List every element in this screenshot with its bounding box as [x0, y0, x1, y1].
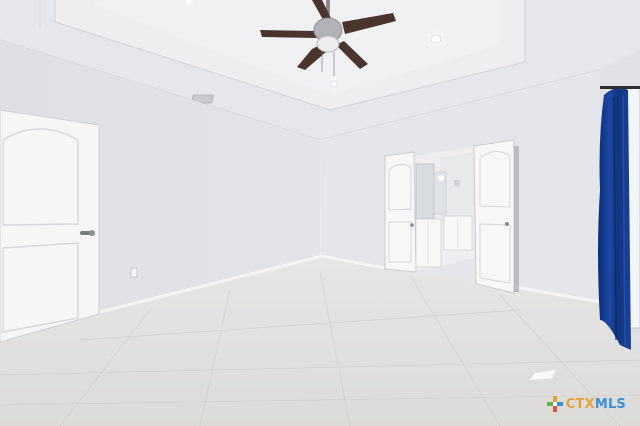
- bathroom-vanity-left: [415, 218, 442, 268]
- window-with-curtain: [598, 86, 640, 350]
- watermark-text-b: MLS: [594, 396, 626, 412]
- ensuite-bathroom: [414, 147, 474, 272]
- left-door-knob-icon: [410, 223, 414, 227]
- right-door-knob-icon: [505, 222, 509, 226]
- fan-light-globe: [316, 35, 340, 53]
- bedroom-photo: CTX MLS: [0, 0, 640, 426]
- wall-outlet: [130, 267, 138, 278]
- entry-door: [0, 109, 100, 343]
- watermark-text-a: CTX: [565, 396, 595, 412]
- mls-logo-icon: [546, 396, 563, 412]
- vanity-light: [438, 175, 444, 181]
- bathroom-mirror: [415, 163, 435, 220]
- room-illustration: [0, 0, 640, 426]
- curtain-rod: [600, 86, 640, 89]
- mls-watermark: CTX MLS: [546, 396, 626, 412]
